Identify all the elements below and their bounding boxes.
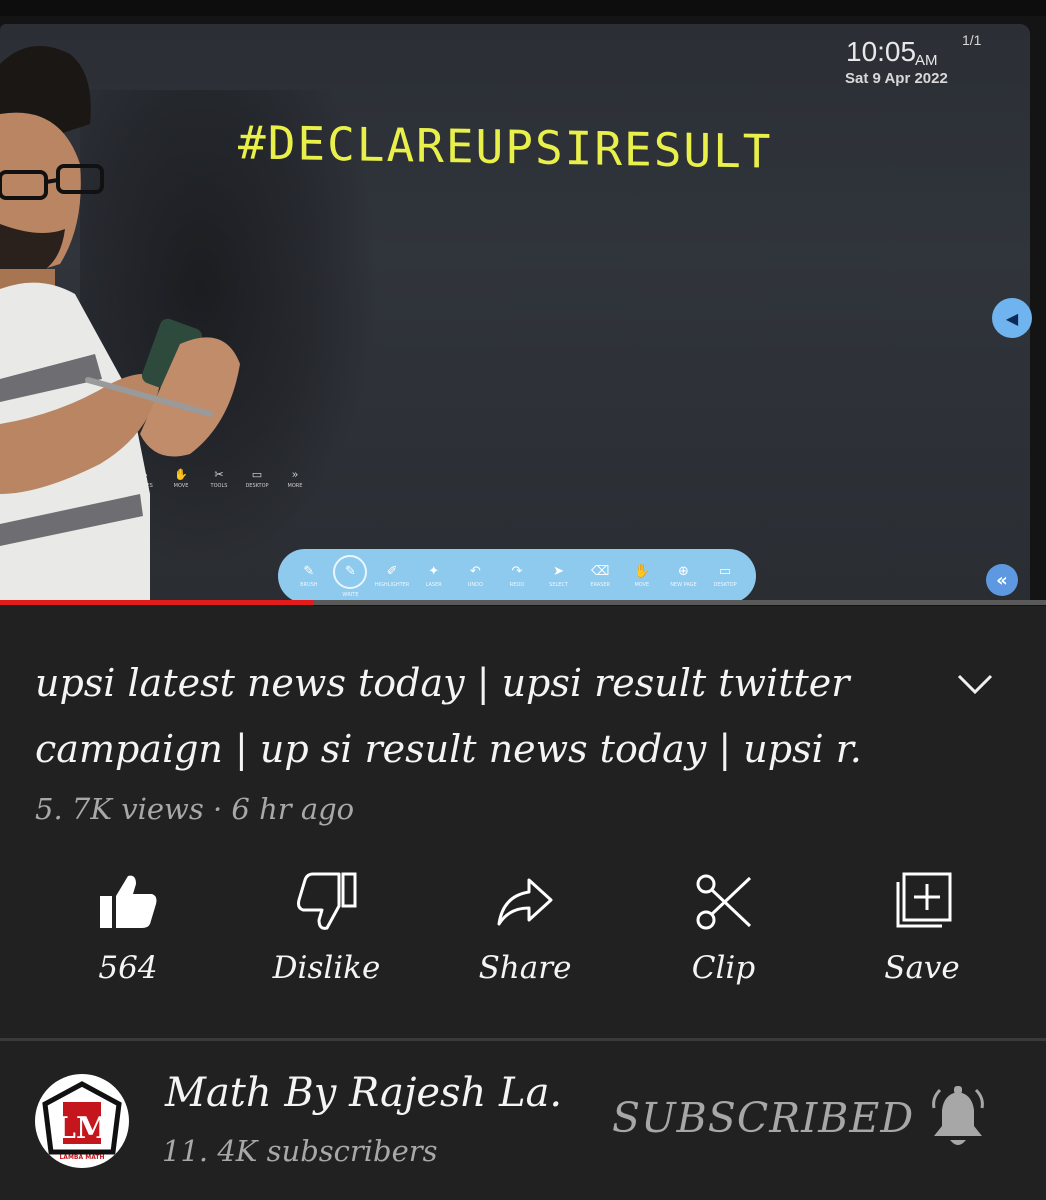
save-label: Save (884, 950, 960, 986)
like-button[interactable]: 564 (30, 870, 226, 1000)
board-page-count: 1/1 (962, 32, 982, 48)
board-clock-time: 10:05 (846, 36, 917, 67)
dislike-label: Dislike (272, 950, 381, 986)
video-player[interactable]: 10:05 AM Sat 9 Apr 2022 1/1 #DECLAREUPSI… (0, 0, 1046, 606)
save-button[interactable]: Save (824, 870, 1020, 1000)
laser-tool: ✦ LASER (425, 564, 442, 588)
cursor-icon: ➤ (553, 564, 565, 579)
desktop-board-tool: ▭ DESKTOP (713, 564, 737, 588)
section-divider (0, 1038, 1046, 1041)
side-panel-handle-icon: ◀ (992, 298, 1032, 338)
like-count: 564 (98, 950, 158, 986)
move-board-tool: ✋ MOVE (633, 564, 650, 588)
scissors-icon (696, 874, 751, 930)
write-tool: ✎ WRITE (332, 554, 368, 598)
plus-circle-icon: ⊕ (677, 564, 689, 579)
add-to-playlist-icon (896, 872, 952, 928)
subscriber-count: 11. 4K subscribers (162, 1134, 438, 1168)
redo-tool: ↷ REDO (509, 564, 525, 588)
eraser-icon: ⌫ (590, 564, 610, 579)
board-handwriting: #DECLAREUPSIRESULT (238, 115, 773, 179)
thumbs-up-filled-icon (100, 875, 157, 928)
progress-bar-fill (0, 600, 314, 605)
monitor-icon: ▭ (718, 564, 732, 579)
chevron-down-icon[interactable] (955, 668, 995, 702)
video-views-and-age: 5. 7K views · 6 hr ago (35, 792, 355, 826)
logo-caption: LAMBA MATH (59, 1154, 104, 1161)
clip-button[interactable]: Clip (626, 870, 822, 1000)
progress-bar[interactable] (0, 600, 1046, 605)
laser-icon: ✦ (428, 564, 440, 579)
double-chevron-icon: » (291, 468, 299, 481)
pen-icon: ✎ (333, 554, 368, 589)
dislike-button[interactable]: Dislike (229, 870, 425, 1000)
share-arrow-icon (497, 878, 553, 926)
share-button[interactable]: Share (427, 870, 623, 1000)
brush-icon: ✎ (303, 564, 315, 579)
logo-letters: LM (55, 1111, 109, 1146)
hand-icon: ✋ (633, 564, 650, 579)
subscribed-button[interactable]: SUBSCRIBED (612, 1094, 914, 1142)
collapse-chevron-icon: « (986, 564, 1018, 596)
board-clock-ampm: AM (915, 52, 938, 69)
video-title-line-1: upsi latest news today | upsi result twi… (35, 661, 850, 705)
new-page-tool: ⊕ NEW PAGE (670, 564, 697, 588)
notification-bell-icon[interactable] (928, 1086, 988, 1150)
player-top-strip (0, 0, 1046, 16)
share-label: Share (478, 950, 572, 986)
board-clock-date: Sat 9 Apr 2022 (845, 70, 948, 87)
redo-icon: ↷ (511, 564, 523, 579)
undo-tool: ↶ UNDO (467, 564, 483, 588)
select-tool: ➤ SELECT (549, 564, 568, 588)
video-title-line-2: campaign | up si result news today | ups… (35, 727, 862, 771)
channel-avatar[interactable]: LM LAMBA MATH (35, 1074, 129, 1168)
undo-icon: ↶ (469, 564, 481, 579)
video-title[interactable]: upsi latest news today | upsi result twi… (35, 650, 915, 782)
action-row: 564 Dislike Share Clip Save (30, 870, 1020, 1000)
highlighter-tool: ✐ HIGHLIGHTER (374, 564, 410, 588)
presenter-figure (0, 46, 240, 604)
channel-logo: LM LAMBA MATH (42, 1081, 122, 1161)
thumbs-down-outline-icon (296, 872, 356, 930)
clip-label: Clip (691, 950, 756, 986)
highlighter-icon: ✐ (386, 564, 398, 579)
channel-name[interactable]: Math By Rajesh La. (165, 1070, 562, 1116)
eraser-tool: ⌫ ERASER (590, 564, 611, 588)
board-pen-toolbar: ✎ BRUSH ✎ WRITE ✐ HIGHLIGHTER ✦ LASER ↶ UNDO … (278, 549, 756, 603)
brush-tool: ✎ BRUSH (300, 564, 318, 588)
more-tool: » MORE (287, 468, 303, 489)
